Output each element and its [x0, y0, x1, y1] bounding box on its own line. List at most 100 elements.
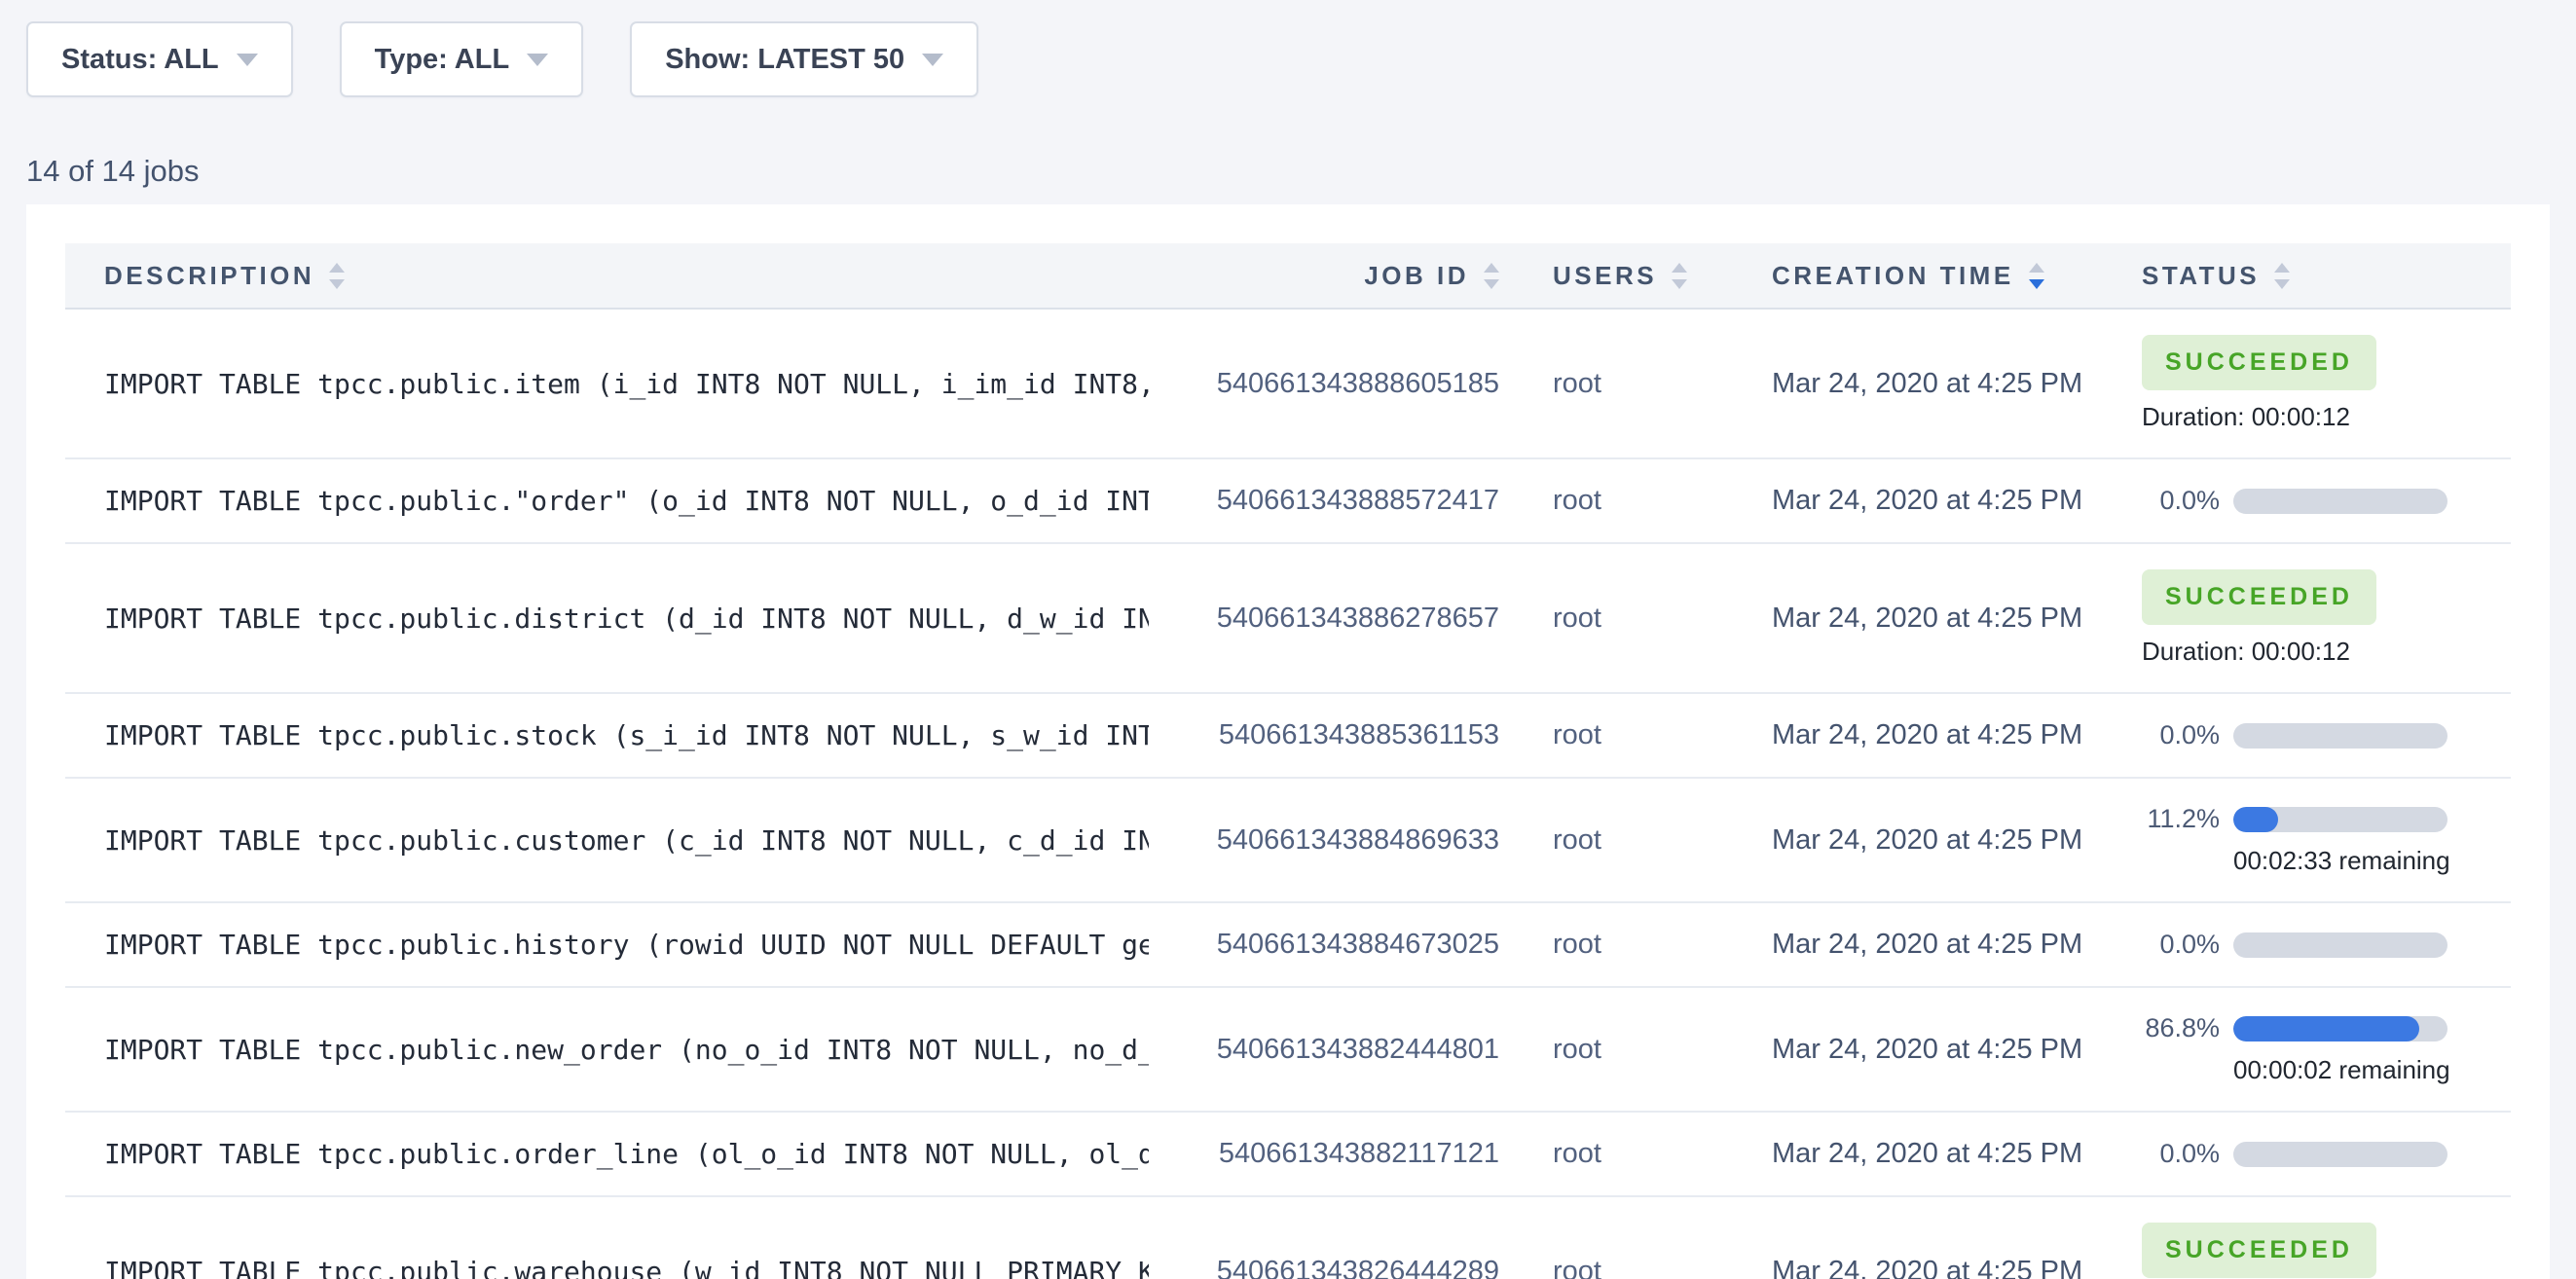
- job-description-cell: IMPORT TABLE tpcc.public.history (rowid …: [65, 929, 1149, 961]
- jobs-table: DESCRIPTION JOB ID USERS CREATION TIME STATU…: [65, 243, 2511, 1279]
- column-header-users[interactable]: USERS: [1499, 261, 1718, 291]
- job-description-cell: IMPORT TABLE tpcc.public.new_order (no_o…: [65, 1034, 1149, 1066]
- job-id-cell: 540661343888605185: [1149, 368, 1499, 400]
- user-cell: root: [1499, 929, 1718, 961]
- jobs-count-summary: 14 of 14 jobs: [26, 154, 2576, 189]
- type-filter-dropdown[interactable]: Type: ALL: [340, 21, 584, 97]
- progress-bar: [2233, 932, 2447, 958]
- status-cell: 0.0%: [2103, 930, 2511, 960]
- status-cell: SUCCEEDEDDuration: 00:00:12: [2103, 569, 2511, 667]
- sort-desc-icon: [1484, 279, 1499, 289]
- sort-asc-icon: [329, 263, 345, 273]
- progress-bar: [2233, 807, 2447, 832]
- job-id-cell: 540661343886278657: [1149, 603, 1499, 635]
- column-header-label: DESCRIPTION: [104, 261, 314, 291]
- time-remaining: 00:02:33 remaining: [2233, 846, 2447, 876]
- table-body: IMPORT TABLE tpcc.public.item (i_id INT8…: [65, 310, 2511, 1279]
- sort-arrows-icon[interactable]: [1484, 263, 1499, 289]
- job-id-cell: 540661343826444289: [1149, 1256, 1499, 1279]
- status-badge: SUCCEEDED: [2142, 1223, 2376, 1278]
- creation-time-cell: Mar 24, 2020 at 4:25 PM: [1718, 824, 2103, 857]
- sort-arrows-icon[interactable]: [2274, 263, 2290, 289]
- job-id-cell: 540661343888572417: [1149, 485, 1499, 517]
- table-row[interactable]: IMPORT TABLE tpcc.public.stock (s_i_id I…: [65, 694, 2511, 779]
- table-row[interactable]: IMPORT TABLE tpcc.public.district (d_id …: [65, 544, 2511, 694]
- status-badge: SUCCEEDED: [2142, 569, 2376, 625]
- progress-bar: [2233, 489, 2447, 514]
- job-description-cell: IMPORT TABLE tpcc.public.stock (s_i_id I…: [65, 719, 1149, 751]
- chevron-down-icon: [237, 54, 258, 66]
- user-cell: root: [1499, 485, 1718, 517]
- status-cell: SUCCEEDED Duration: 00:00:12: [2103, 335, 2511, 432]
- status-cell: SUCCEEDEDDuration: 00:00:08: [2103, 1223, 2511, 1279]
- chevron-down-icon: [922, 54, 943, 66]
- table-row[interactable]: IMPORT TABLE tpcc.public.customer (c_id …: [65, 779, 2511, 903]
- creation-time-cell: Mar 24, 2020 at 4:25 PM: [1718, 1138, 2103, 1170]
- column-header-label: USERS: [1553, 261, 1657, 291]
- creation-time-cell: Mar 24, 2020 at 4:25 PM: [1718, 368, 2103, 400]
- job-description-cell: IMPORT TABLE tpcc.public.item (i_id INT8…: [65, 368, 1149, 400]
- sort-arrows-icon[interactable]: [1672, 263, 1687, 289]
- sort-desc-icon: [1672, 279, 1687, 289]
- show-filter-dropdown[interactable]: Show: LATEST 50: [630, 21, 978, 97]
- table-row[interactable]: IMPORT TABLE tpcc.public.history (rowid …: [65, 903, 2511, 988]
- status-cell: 0.0%: [2103, 1139, 2511, 1169]
- progress-line: 86.8%: [2142, 1013, 2511, 1043]
- creation-time-cell: Mar 24, 2020 at 4:25 PM: [1718, 485, 2103, 517]
- user-cell: root: [1499, 1034, 1718, 1066]
- sort-arrows-icon[interactable]: [329, 263, 345, 289]
- table-row[interactable]: IMPORT TABLE tpcc.public.item (i_id INT8…: [65, 310, 2511, 459]
- column-header-job-id[interactable]: JOB ID: [1149, 261, 1499, 291]
- job-description-cell: IMPORT TABLE tpcc.public.district (d_id …: [65, 603, 1149, 635]
- filter-bar: Status: ALL Type: ALL Show: LATEST 50: [0, 0, 2576, 97]
- sort-asc-icon: [1672, 263, 1687, 273]
- progress-line: 0.0%: [2142, 720, 2511, 750]
- progress-bar-fill: [2233, 807, 2278, 832]
- status-badge: SUCCEEDED: [2142, 335, 2376, 390]
- table-header: DESCRIPTION JOB ID USERS CREATION TIME STATU…: [65, 243, 2511, 310]
- sort-arrows-icon[interactable]: [2029, 263, 2044, 289]
- job-id-cell: 540661343885361153: [1149, 719, 1499, 751]
- chevron-down-icon: [527, 54, 548, 66]
- user-cell: root: [1499, 1256, 1718, 1279]
- sort-asc-icon: [2274, 263, 2290, 273]
- jobs-table-card: DESCRIPTION JOB ID USERS CREATION TIME STATU…: [26, 204, 2550, 1279]
- column-header-label: CREATION TIME: [1772, 261, 2014, 291]
- job-id-cell: 540661343884673025: [1149, 929, 1499, 961]
- job-description-cell: IMPORT TABLE tpcc.public."order" (o_id I…: [65, 485, 1149, 517]
- sort-desc-icon: [2029, 279, 2044, 289]
- column-header-label: JOB ID: [1364, 261, 1469, 291]
- user-cell: root: [1499, 1138, 1718, 1170]
- progress-bar: [2233, 1016, 2447, 1041]
- sort-asc-icon: [1484, 263, 1499, 273]
- show-filter-label: Show: LATEST 50: [665, 44, 904, 76]
- creation-time-cell: Mar 24, 2020 at 4:25 PM: [1718, 1256, 2103, 1279]
- column-header-creation-time[interactable]: CREATION TIME: [1718, 261, 2103, 291]
- table-row[interactable]: IMPORT TABLE tpcc.public."order" (o_id I…: [65, 459, 2511, 544]
- user-cell: root: [1499, 368, 1718, 400]
- column-header-status[interactable]: STATUS: [2103, 261, 2511, 291]
- progress-bar: [2233, 723, 2447, 749]
- job-description-cell: IMPORT TABLE tpcc.public.warehouse (w_id…: [65, 1256, 1149, 1279]
- progress-bar-fill: [2233, 1016, 2419, 1041]
- sort-asc-icon: [2029, 263, 2044, 273]
- status-cell: 0.0%: [2103, 720, 2511, 750]
- status-cell: 11.2% 00:02:33 remaining: [2103, 804, 2511, 876]
- column-header-description[interactable]: DESCRIPTION: [65, 261, 1149, 291]
- progress-percent: 11.2%: [2142, 804, 2220, 834]
- table-row[interactable]: IMPORT TABLE tpcc.public.new_order (no_o…: [65, 988, 2511, 1113]
- creation-time-cell: Mar 24, 2020 at 4:25 PM: [1718, 603, 2103, 635]
- progress-bar: [2233, 1142, 2447, 1167]
- creation-time-cell: Mar 24, 2020 at 4:25 PM: [1718, 719, 2103, 751]
- table-row[interactable]: IMPORT TABLE tpcc.public.order_line (ol_…: [65, 1113, 2511, 1197]
- progress-line: 0.0%: [2142, 486, 2511, 516]
- job-duration: Duration: 00:00:12: [2142, 402, 2511, 432]
- progress-line: 0.0%: [2142, 930, 2511, 960]
- job-description-cell: IMPORT TABLE tpcc.public.order_line (ol_…: [65, 1138, 1149, 1170]
- status-filter-dropdown[interactable]: Status: ALL: [26, 21, 293, 97]
- user-cell: root: [1499, 824, 1718, 857]
- progress-line: 0.0%: [2142, 1139, 2511, 1169]
- table-row[interactable]: IMPORT TABLE tpcc.public.warehouse (w_id…: [65, 1197, 2511, 1279]
- creation-time-cell: Mar 24, 2020 at 4:25 PM: [1718, 929, 2103, 961]
- time-remaining: 00:00:02 remaining: [2233, 1055, 2447, 1085]
